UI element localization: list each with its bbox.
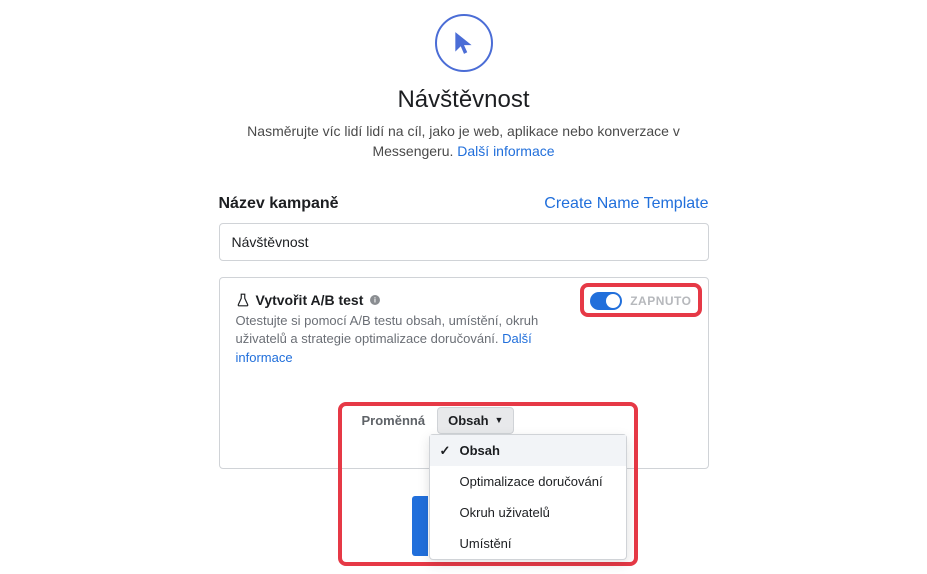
variable-label: Proměnná <box>362 413 426 428</box>
abtest-card: Vytvořit A/B test i Otestujte si pomocí … <box>219 277 709 469</box>
abtest-toggle[interactable]: ZAPNUTO <box>590 292 691 310</box>
dropdown-option-obsah[interactable]: Obsah <box>430 435 626 466</box>
more-info-link[interactable]: Další informace <box>457 143 554 159</box>
campaign-name-label: Název kampaně <box>219 195 339 213</box>
cursor-icon <box>451 30 477 56</box>
page-title: Návštěvnost <box>219 86 709 114</box>
cursor-icon-circle <box>435 14 493 72</box>
page-subtitle: Nasměrujte víc lidí lidí na cíl, jako je… <box>219 122 709 161</box>
info-icon[interactable]: i <box>369 294 381 306</box>
toggle-switch-icon <box>590 292 622 310</box>
abtest-title: Vytvořit A/B test i <box>236 292 556 308</box>
variable-selected-value: Obsah <box>448 413 488 428</box>
variable-select[interactable]: Obsah ▼ <box>437 407 514 434</box>
abtest-title-text: Vytvořit A/B test <box>256 292 364 308</box>
toggle-state-label: ZAPNUTO <box>630 294 691 308</box>
hidden-primary-button <box>412 496 428 556</box>
dropdown-option-umisteni[interactable]: Umístění <box>430 528 626 559</box>
campaign-name-input[interactable] <box>219 223 709 261</box>
flask-icon <box>236 293 250 307</box>
variable-dropdown: Obsah Optimalizace doručování Okruh uživ… <box>429 434 627 560</box>
dropdown-option-okruh[interactable]: Okruh uživatelů <box>430 497 626 528</box>
create-name-template-link[interactable]: Create Name Template <box>544 195 708 213</box>
caret-down-icon: ▼ <box>495 415 504 425</box>
abtest-desc-text: Otestujte si pomocí A/B testu obsah, umí… <box>236 313 539 346</box>
abtest-description: Otestujte si pomocí A/B testu obsah, umí… <box>236 312 556 367</box>
svg-text:i: i <box>374 298 376 305</box>
dropdown-option-optimalizace[interactable]: Optimalizace doručování <box>430 466 626 497</box>
